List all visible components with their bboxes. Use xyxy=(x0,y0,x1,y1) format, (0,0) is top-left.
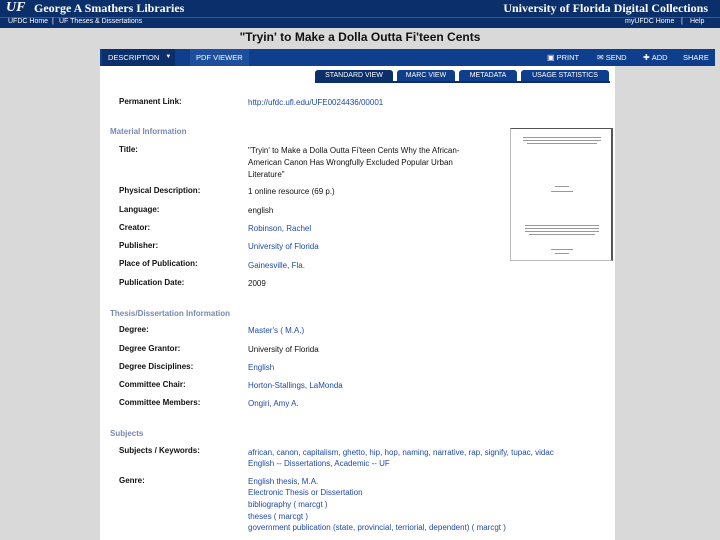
subjects-keywords-label: Subjects / Keywords: xyxy=(119,446,200,455)
degree-disciplines-label: Degree Disciplines: xyxy=(119,362,194,371)
publisher-label: Publisher: xyxy=(119,241,159,250)
place-of-publication-link[interactable]: Gainesville, Fla. xyxy=(248,261,305,271)
physical-description-value: 1 online resource (69 p.) xyxy=(248,187,335,196)
separator: | xyxy=(52,18,54,25)
sub-header-bar: UFDC Home | UF Theses & Dissertations my… xyxy=(0,17,720,28)
thumb-text-line xyxy=(527,143,597,144)
thumb-text-line xyxy=(523,140,601,141)
genre-link[interactable]: bibliography ( marcgt ) xyxy=(248,500,328,510)
permanent-link[interactable]: http://ufdc.ufl.edu/UFE0024436/00001 xyxy=(248,98,383,108)
thesis-information-heading: Thesis/Dissertation Information xyxy=(110,309,231,318)
keywords-link[interactable]: african, canon, capitalism, ghetto, hip,… xyxy=(248,448,554,458)
myufdc-home-link[interactable]: myUFDC Home xyxy=(625,18,674,25)
subjects-heading: Subjects xyxy=(110,429,144,438)
thumb-text-line xyxy=(555,186,569,187)
title-value-line: American Canon Has Wrongfully Excluded P… xyxy=(248,158,453,167)
title-value-line: Literature" xyxy=(248,170,285,179)
thumb-text-line xyxy=(529,234,595,235)
uf-theses-link[interactable]: UF Theses & Dissertations xyxy=(59,18,142,25)
publisher-link[interactable]: University of Florida xyxy=(248,242,319,252)
degree-grantor-value: University of Florida xyxy=(248,345,319,354)
thumb-text-line xyxy=(525,225,599,226)
genre-link[interactable]: Electronic Thesis or Dissertation xyxy=(248,488,363,498)
committee-members-link[interactable]: Ongiri, Amy A. xyxy=(248,399,299,409)
keywords-link[interactable]: English -- Dissertations, Academic -- UF xyxy=(248,459,390,469)
genre-link[interactable]: English thesis, M.A. xyxy=(248,477,318,487)
thumb-text-line xyxy=(551,249,573,250)
thumb-text-line xyxy=(525,228,599,229)
library-name[interactable]: George A Smathers Libraries xyxy=(34,1,184,16)
physical-description-label: Physical Description: xyxy=(119,186,201,195)
language-value: english xyxy=(248,206,274,215)
tab-description[interactable]: DESCRIPTION ▼ xyxy=(102,49,176,66)
uf-logo[interactable]: UF xyxy=(6,0,25,16)
permanent-link-label: Permanent Link: xyxy=(119,97,182,106)
tab-underline xyxy=(315,81,610,83)
tab-standard-view[interactable]: STANDARD VIEW xyxy=(315,70,393,81)
committee-chair-link[interactable]: Horton-Stallings, LaMonda xyxy=(248,381,343,391)
place-of-publication-label: Place of Publication: xyxy=(119,259,198,268)
committee-members-label: Committee Members: xyxy=(119,398,201,407)
degree-grantor-label: Degree Grantor: xyxy=(119,344,181,353)
title-label: Title: xyxy=(119,145,138,154)
envelope-icon: ✉ xyxy=(597,53,604,62)
publication-date-value: 2009 xyxy=(248,279,266,288)
tab-marc-view[interactable]: MARC VIEW xyxy=(397,70,455,81)
degree-link[interactable]: Master's ( M.A.) xyxy=(248,326,304,336)
title-value-line: "Tryin' to Make a Dolla Outta Fi'teen Ce… xyxy=(248,146,460,155)
add-button[interactable]: ✚ ADD xyxy=(643,49,668,66)
plus-icon: ✚ xyxy=(643,53,650,62)
creator-link[interactable]: Robinson, Rachel xyxy=(248,224,311,234)
tab-description-label: DESCRIPTION xyxy=(108,53,160,62)
tab-pdf-viewer[interactable]: PDF VIEWER xyxy=(190,49,249,66)
send-button[interactable]: ✉ SEND xyxy=(597,49,627,66)
publication-date-label: Publication Date: xyxy=(119,278,185,287)
print-button[interactable]: ▣ PRINT xyxy=(547,49,579,66)
printer-icon: ▣ xyxy=(547,53,555,62)
committee-chair-label: Committee Chair: xyxy=(119,380,186,389)
collection-name[interactable]: University of Florida Digital Collection… xyxy=(503,1,708,16)
tab-usage-statistics[interactable]: USAGE STATISTICS xyxy=(521,70,609,81)
tab-pdf-viewer-label: PDF VIEWER xyxy=(196,53,243,62)
description-panel: STANDARD VIEW MARC VIEW METADATA USAGE S… xyxy=(100,66,615,540)
language-label: Language: xyxy=(119,205,160,214)
separator: | xyxy=(681,18,683,25)
thumb-text-line xyxy=(551,191,573,192)
caret-down-icon: ▼ xyxy=(165,54,172,60)
thumb-text-line xyxy=(555,253,569,254)
thumb-text-line xyxy=(523,137,601,138)
tab-metadata[interactable]: METADATA xyxy=(459,70,517,81)
genre-label: Genre: xyxy=(119,476,145,485)
degree-disciplines-link[interactable]: English xyxy=(248,363,274,373)
material-information-heading: Material Information xyxy=(110,127,187,136)
genre-link[interactable]: government publication (state, provincia… xyxy=(248,523,506,533)
page-title: "Tryin' to Make a Dolla Outta Fi'teen Ce… xyxy=(239,30,481,44)
thumb-text-line xyxy=(525,231,599,232)
cover-thumbnail[interactable] xyxy=(510,128,613,261)
help-link[interactable]: Help xyxy=(690,18,704,25)
item-nav-bar: DESCRIPTION ▼ PDF VIEWER ▣ PRINT ✉ SEND ✚ A… xyxy=(100,49,715,66)
genre-link[interactable]: theses ( marcgt ) xyxy=(248,512,308,522)
share-button[interactable]: SHARE xyxy=(683,49,709,66)
creator-label: Creator: xyxy=(119,223,151,232)
ufdc-home-link[interactable]: UFDC Home xyxy=(8,18,48,25)
degree-label: Degree: xyxy=(119,325,149,334)
top-header-bar: UF George A Smathers Libraries Universit… xyxy=(0,0,720,17)
